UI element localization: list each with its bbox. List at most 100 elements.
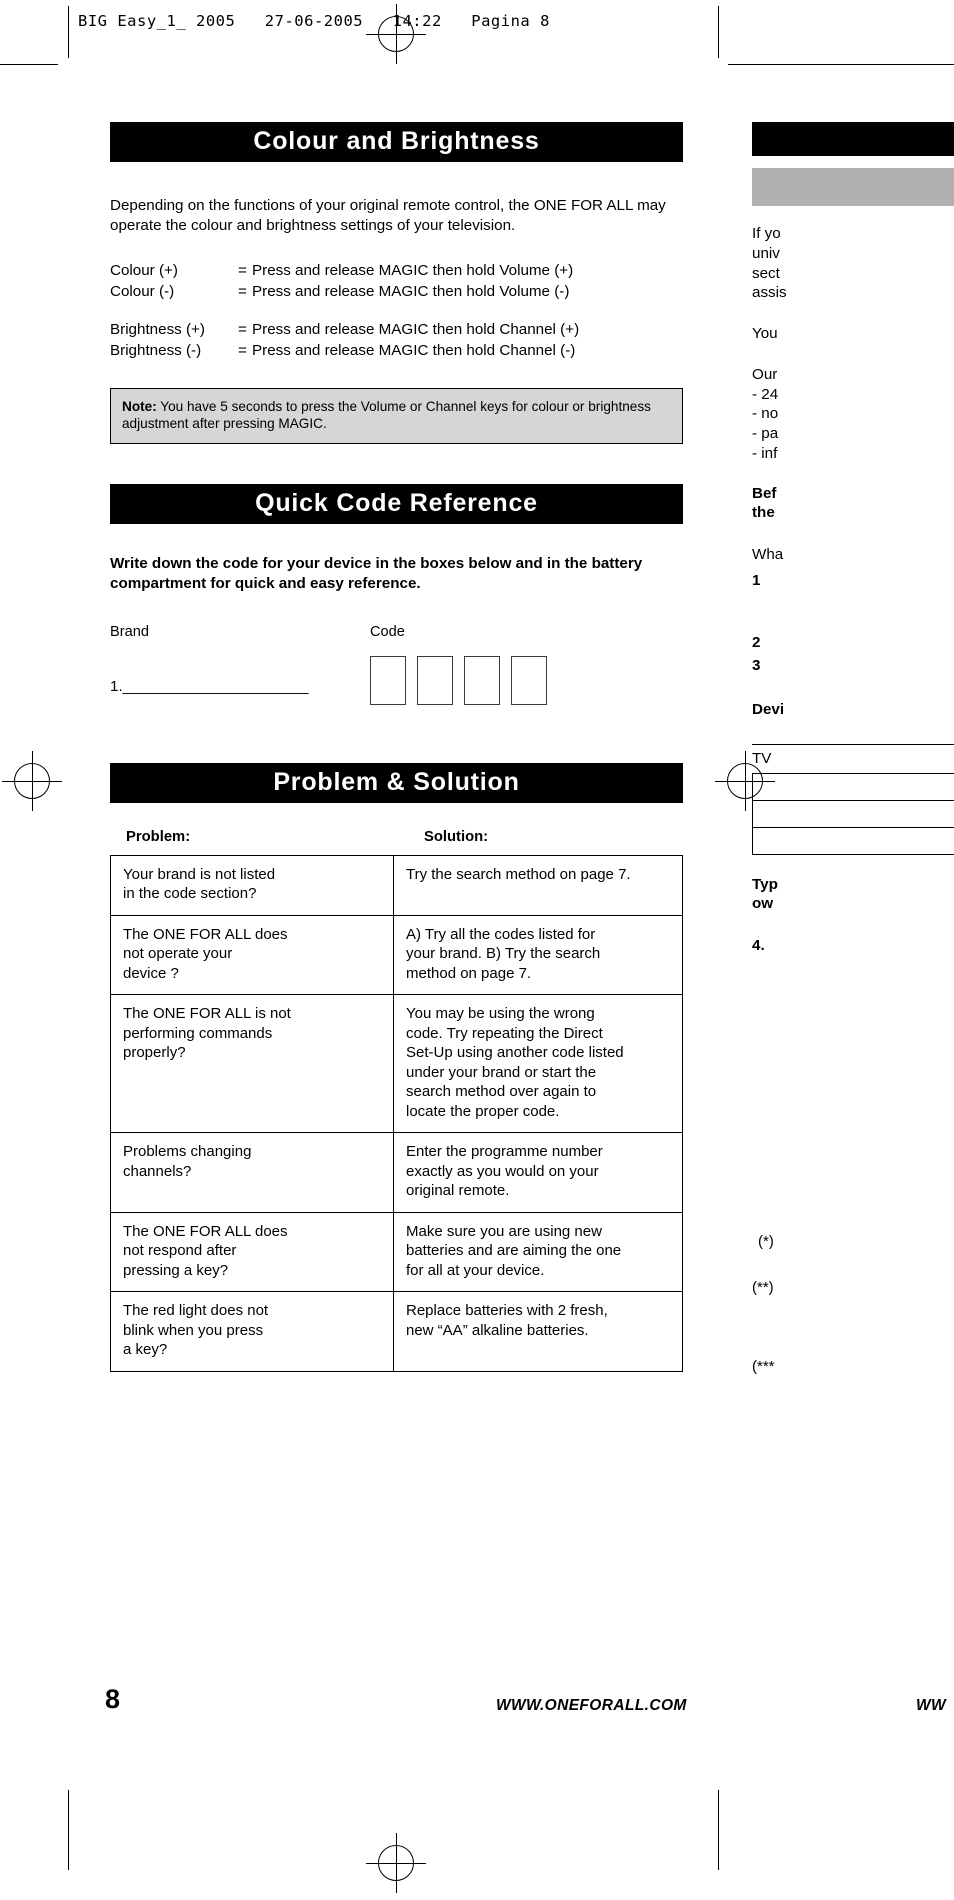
adjacent-typ-bold-line: ow xyxy=(752,895,774,913)
mapping-row: Colour (-) = Press and release MAGIC the… xyxy=(110,281,683,303)
adjacent-step-number: 1 xyxy=(752,571,761,589)
cell-solution: Try the search method on page 7. xyxy=(393,854,683,916)
adjacent-step-number: 3 xyxy=(752,657,761,675)
adjacent-section-banner xyxy=(752,122,954,156)
mapping-equals: = xyxy=(238,261,247,279)
table-row: The ONE FOR ALL is not performing comman… xyxy=(110,994,683,1134)
website-url-center: WWW.ONEFORALL.COM xyxy=(496,1697,687,1714)
section-banner-quick-code-reference: Quick Code Reference xyxy=(110,484,683,525)
cell-solution: You may be using the wrong code. Try rep… xyxy=(393,994,683,1134)
cell-solution: Replace batteries with 2 fresh, new “AA”… xyxy=(393,1291,683,1372)
code-heading: Code xyxy=(370,623,405,640)
main-content-column: Colour and Brightness Depending on the f… xyxy=(110,0,683,1372)
footnote-marker-3: (*** xyxy=(752,1358,775,1375)
adjacent-table-cell xyxy=(752,800,954,827)
adjacent-step-number: 2 xyxy=(752,633,761,651)
mapping-label: Brightness (-) xyxy=(110,342,202,360)
quick-code-instruction: Write down the code for your device in t… xyxy=(110,555,643,592)
section-banner-colour-brightness: Colour and Brightness xyxy=(110,122,683,162)
crop-rule-left-top xyxy=(68,6,69,58)
brand-write-in-line[interactable]: 1.______________________ xyxy=(110,656,370,695)
adjacent-line: If yo xyxy=(752,225,781,242)
page-number: 8 xyxy=(105,1684,121,1714)
mapping-label: Colour (-) xyxy=(110,283,175,301)
mapping-action: Press and release MAGIC then hold Channe… xyxy=(252,342,576,360)
adjacent-line: sect xyxy=(752,264,780,282)
mapping-action: Press and release MAGIC then hold Volume… xyxy=(252,261,574,279)
table-row: The ONE FOR ALL does not operate your de… xyxy=(110,914,683,996)
adjacent-our-line: Our xyxy=(752,365,778,383)
colour-brightness-mapping-list: Colour (+) = Press and release MAGIC the… xyxy=(110,260,683,362)
adjacent-grey-block xyxy=(752,168,954,206)
adjacent-intro-paragraph: If yo univ sect assis xyxy=(752,224,954,303)
cell-problem: Problems changing channels? xyxy=(110,1132,394,1213)
adjacent-table-row-tv: TV xyxy=(752,749,772,767)
adjacent-page-clipped-column: If yo univ sect assis You Our - 24 - no … xyxy=(752,0,954,1900)
website-url-right-clipped: WW xyxy=(916,1697,947,1714)
table-row: The ONE FOR ALL does not respond after p… xyxy=(110,1211,683,1293)
mapping-spacer xyxy=(110,303,683,319)
crop-rule-right-bottom xyxy=(718,1790,719,1870)
adjacent-device-heading: Devi xyxy=(752,701,785,718)
adjacent-bullet: - pa xyxy=(752,425,779,442)
code-box-digit-1[interactable] xyxy=(370,655,406,705)
mapping-equals: = xyxy=(238,342,247,360)
adjacent-line: assis xyxy=(752,284,787,302)
adjacent-table-cell xyxy=(752,827,954,854)
adjacent-typ-bold-line: Typ xyxy=(752,875,778,893)
brand-code-headings: Brand Code xyxy=(110,624,683,640)
code-box-digit-4[interactable] xyxy=(511,655,547,705)
cell-solution: Make sure you are using new batteries an… xyxy=(393,1211,683,1293)
section-banner-problem-solution: Problem & Solution xyxy=(110,762,683,803)
cell-problem: The ONE FOR ALL is not performing comman… xyxy=(110,994,394,1134)
note-box: Note: You have 5 seconds to press the Vo… xyxy=(110,387,683,445)
adjacent-table-rule xyxy=(752,743,954,745)
adjacent-you-line: You xyxy=(752,325,778,342)
problem-solution-table: Your brand is not listed in the code sec… xyxy=(110,854,683,1372)
mapping-row: Colour (+) = Press and release MAGIC the… xyxy=(110,260,683,282)
brand-code-entry-row: 1.______________________ xyxy=(110,655,683,705)
adjacent-bullet: - inf xyxy=(752,444,778,462)
registration-mark-left xyxy=(2,751,62,811)
mapping-equals: = xyxy=(238,320,247,338)
adjacent-what-line: Wha xyxy=(752,546,784,563)
adjacent-table-rule xyxy=(752,853,954,855)
adjacent-bullet: - 24 xyxy=(752,385,779,403)
cell-solution: Enter the programme number exactly as yo… xyxy=(393,1132,683,1213)
mapping-equals: = xyxy=(238,283,247,301)
brand-heading: Brand xyxy=(110,623,149,640)
crop-rule-left-bottom xyxy=(68,1790,69,1870)
code-box-group xyxy=(370,655,547,705)
mapping-row: Brightness (+) = Press and release MAGIC… xyxy=(110,319,683,341)
adjacent-bullet: - no xyxy=(752,405,779,423)
adjacent-line: univ xyxy=(752,244,780,262)
mapping-action: Press and release MAGIC then hold Volume… xyxy=(252,283,570,301)
code-box-digit-3[interactable] xyxy=(464,655,500,705)
cell-problem: The ONE FOR ALL does not operate your de… xyxy=(110,914,394,996)
mapping-action: Press and release MAGIC then hold Channe… xyxy=(252,320,580,338)
cell-problem: Your brand is not listed in the code sec… xyxy=(110,854,394,916)
note-text: You have 5 seconds to press the Volume o… xyxy=(122,398,651,431)
trim-rule-left-top xyxy=(0,64,58,65)
adjacent-before-bold-line: the xyxy=(752,504,775,522)
adjacent-table-cell xyxy=(752,773,954,800)
column-heading-solution: Solution: xyxy=(424,828,489,845)
cell-problem: The red light does not blink when you pr… xyxy=(110,1291,394,1372)
mapping-row: Brightness (-) = Press and release MAGIC… xyxy=(110,340,683,362)
registration-mark-bottom xyxy=(366,1833,426,1893)
document-page: BIG Easy_1_ 2005 27-06-2005 14:22 Pagina… xyxy=(0,0,954,1900)
problem-solution-column-headings: Problem: Solution: xyxy=(110,829,683,845)
footnote-marker-1: (*) xyxy=(758,1233,774,1250)
cell-solution: A) Try all the codes listed for your bra… xyxy=(393,914,683,996)
adjacent-before-bold-line: Bef xyxy=(752,484,777,502)
crop-rule-right-top xyxy=(718,6,719,58)
table-row: Your brand is not listed in the code sec… xyxy=(110,854,683,916)
footnote-marker-2: (**) xyxy=(752,1279,774,1296)
note-label: Note: xyxy=(122,398,157,414)
table-row: The red light does not blink when you pr… xyxy=(110,1291,683,1372)
code-box-digit-2[interactable] xyxy=(417,655,453,705)
table-row: Problems changing channels? Enter the pr… xyxy=(110,1132,683,1213)
column-heading-problem: Problem: xyxy=(126,828,191,845)
adjacent-step4: 4. xyxy=(752,937,765,954)
mapping-label: Brightness (+) xyxy=(110,320,205,338)
